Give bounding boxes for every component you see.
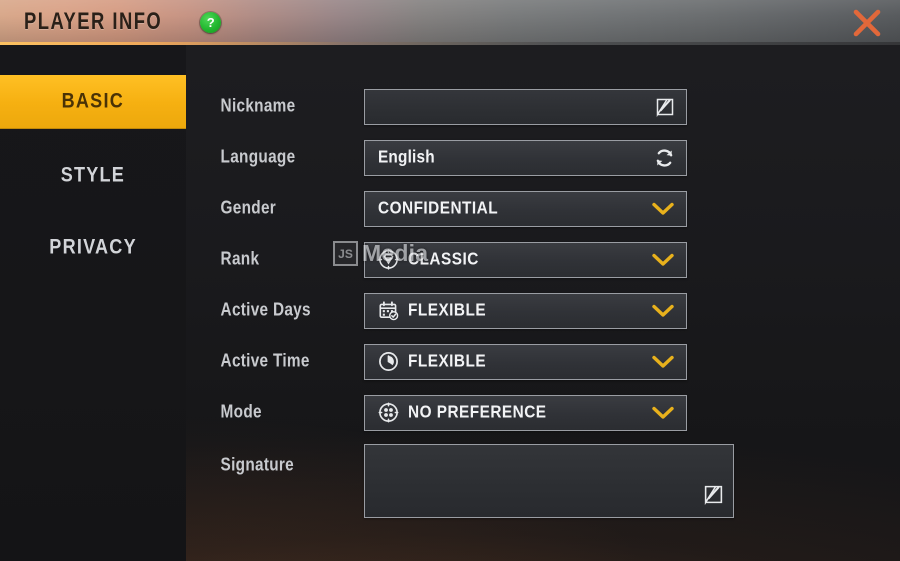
nickname-input[interactable] <box>364 88 687 125</box>
close-icon[interactable] <box>844 4 890 42</box>
field-value: NO PREFERENCE <box>408 402 547 422</box>
form-row-active-time: Active Time FLEXIBLE <box>186 336 900 387</box>
active-time-select[interactable]: FLEXIBLE <box>364 343 687 380</box>
language-select[interactable]: English <box>364 139 687 176</box>
chevron-down-icon-glyph <box>652 202 674 215</box>
sidebar-item-label: BASIC <box>61 89 125 114</box>
player-info-dialog: PLAYER INFO ? BASIC STYLE PRIVACY Nickna… <box>0 0 900 561</box>
calendar-check-icon-glyph <box>379 301 399 321</box>
page-title: PLAYER INFO <box>24 8 163 35</box>
sidebar-item-label: STYLE <box>60 163 126 188</box>
close-icon-glyph <box>853 9 881 37</box>
field-label: Active Days <box>220 300 311 320</box>
mode-dots-icon <box>378 402 399 423</box>
field-value: FLEXIBLE <box>408 300 487 320</box>
signature-textarea[interactable] <box>364 444 734 518</box>
edit-icon-glyph <box>656 98 674 117</box>
mode-select[interactable]: NO PREFERENCE <box>364 394 687 431</box>
chevron-down-icon-glyph <box>652 406 674 419</box>
sidebar: BASIC STYLE PRIVACY <box>0 45 186 561</box>
help-icon[interactable]: ? <box>200 12 222 33</box>
field-label: Signature <box>220 455 294 475</box>
refresh-icon[interactable] <box>654 147 675 168</box>
rank-select[interactable]: CLASSIC <box>364 241 687 278</box>
field-label: Gender <box>220 198 277 218</box>
sidebar-item-style[interactable]: STYLE <box>0 149 186 203</box>
form-row-rank: Rank CLASSIC <box>186 234 900 285</box>
edit-icon-glyph <box>704 485 723 506</box>
form-row-nickname: Nickname <box>186 81 900 132</box>
sidebar-item-privacy[interactable]: PRIVACY <box>0 221 186 275</box>
field-value: CLASSIC <box>408 249 479 269</box>
form-row-language: Language English <box>186 132 900 183</box>
mode-dots-icon-glyph <box>378 402 399 423</box>
chevron-down-icon[interactable] <box>651 354 675 370</box>
refresh-icon-glyph <box>656 148 673 167</box>
chevron-down-icon[interactable] <box>651 303 675 319</box>
chevron-down-icon-glyph <box>652 355 674 368</box>
rank-diamond-icon <box>378 249 399 270</box>
active-days-select[interactable]: FLEXIBLE <box>364 292 687 329</box>
form-row-gender: Gender CONFIDENTIAL <box>186 183 900 234</box>
field-label: Nickname <box>220 96 296 116</box>
player-info-form: Nickname Language English Gender CONFIDE… <box>186 45 900 561</box>
edit-icon[interactable] <box>703 484 724 510</box>
chevron-down-icon-glyph <box>652 253 674 266</box>
form-row-mode: Mode NO PREFERENCE <box>186 387 900 438</box>
form-row-signature: Signature <box>186 438 900 518</box>
calendar-check-icon <box>378 300 399 321</box>
sidebar-item-basic[interactable]: BASIC <box>0 75 186 129</box>
field-label: Language <box>220 147 296 167</box>
field-label: Rank <box>220 249 260 269</box>
title-bar: PLAYER INFO ? <box>0 0 900 45</box>
form-row-active-days: Active Days FLEXIBLE <box>186 285 900 336</box>
chevron-down-icon-glyph <box>652 304 674 317</box>
rank-diamond-icon-glyph <box>378 249 399 270</box>
sidebar-item-label: PRIVACY <box>49 235 137 260</box>
field-label: Mode <box>220 402 262 422</box>
clock-icon <box>378 351 399 372</box>
edit-icon[interactable] <box>655 97 675 117</box>
field-value: FLEXIBLE <box>408 351 487 371</box>
chevron-down-icon[interactable] <box>651 201 675 217</box>
chevron-down-icon[interactable] <box>651 252 675 268</box>
field-label: Active Time <box>220 351 310 371</box>
field-value: English <box>378 147 435 167</box>
chevron-down-icon[interactable] <box>651 405 675 421</box>
field-value: CONFIDENTIAL <box>378 198 499 218</box>
clock-icon-glyph <box>379 352 398 371</box>
gender-select[interactable]: CONFIDENTIAL <box>364 190 687 227</box>
